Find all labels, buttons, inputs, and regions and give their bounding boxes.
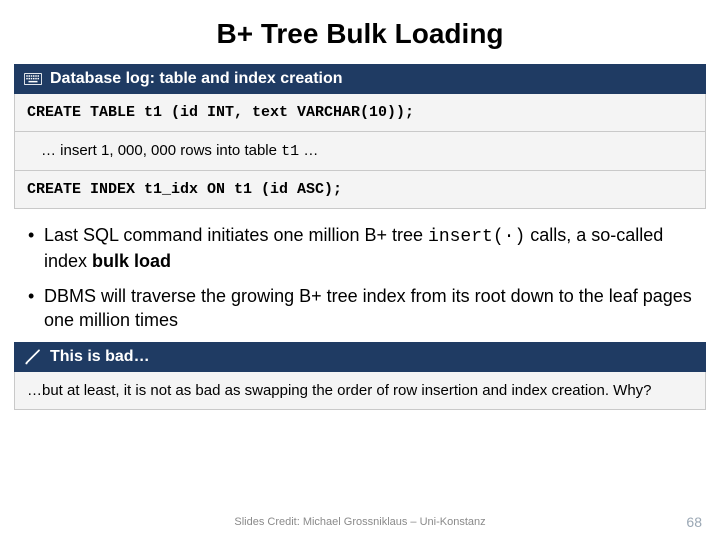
exclaim-icon [24,350,42,364]
insert-note-table: t1 [281,143,299,160]
insert-note-suffix: … [299,142,318,159]
sql-create-table: CREATE TABLE t1 (id INT, text VARCHAR(10… [14,94,706,132]
bullet1-bold: bulk load [92,251,171,271]
question-box: …but at least, it is not as bad as swapp… [14,372,706,410]
bullet1-code: insert(·) [428,227,525,247]
footer-credit: Slides Credit: Michael Grossniklaus – Un… [0,516,720,528]
log-header-label: Database log: table and index creation [50,70,343,88]
page-number: 68 [686,514,702,530]
bullet-text-2: DBMS will traverse the growing B+ tree i… [44,284,692,333]
warning-bar: This is bad… [14,342,706,372]
insert-note: … insert 1, 000, 000 rows into table t1 … [14,132,706,171]
slide-title: B+ Tree Bulk Loading [0,0,720,64]
bullet-item-1: • Last SQL command initiates one million… [28,223,692,274]
bullet-item-2: • DBMS will traverse the growing B+ tree… [28,284,692,333]
bullet-list: • Last SQL command initiates one million… [28,223,692,332]
log-header-bar: Database log: table and index creation [14,64,706,94]
bullet-dot: • [28,223,44,274]
bullet-text-1: Last SQL command initiates one million B… [44,223,692,274]
insert-note-prefix: … insert 1, 000, 000 rows into table [41,142,281,159]
warning-label: This is bad… [50,348,150,366]
bullet1-part-a: Last SQL command initiates one million B… [44,225,428,245]
keyboard-icon [24,72,42,86]
sql-create-index: CREATE INDEX t1_idx ON t1 (id ASC); [14,171,706,209]
bullet-dot: • [28,284,44,333]
